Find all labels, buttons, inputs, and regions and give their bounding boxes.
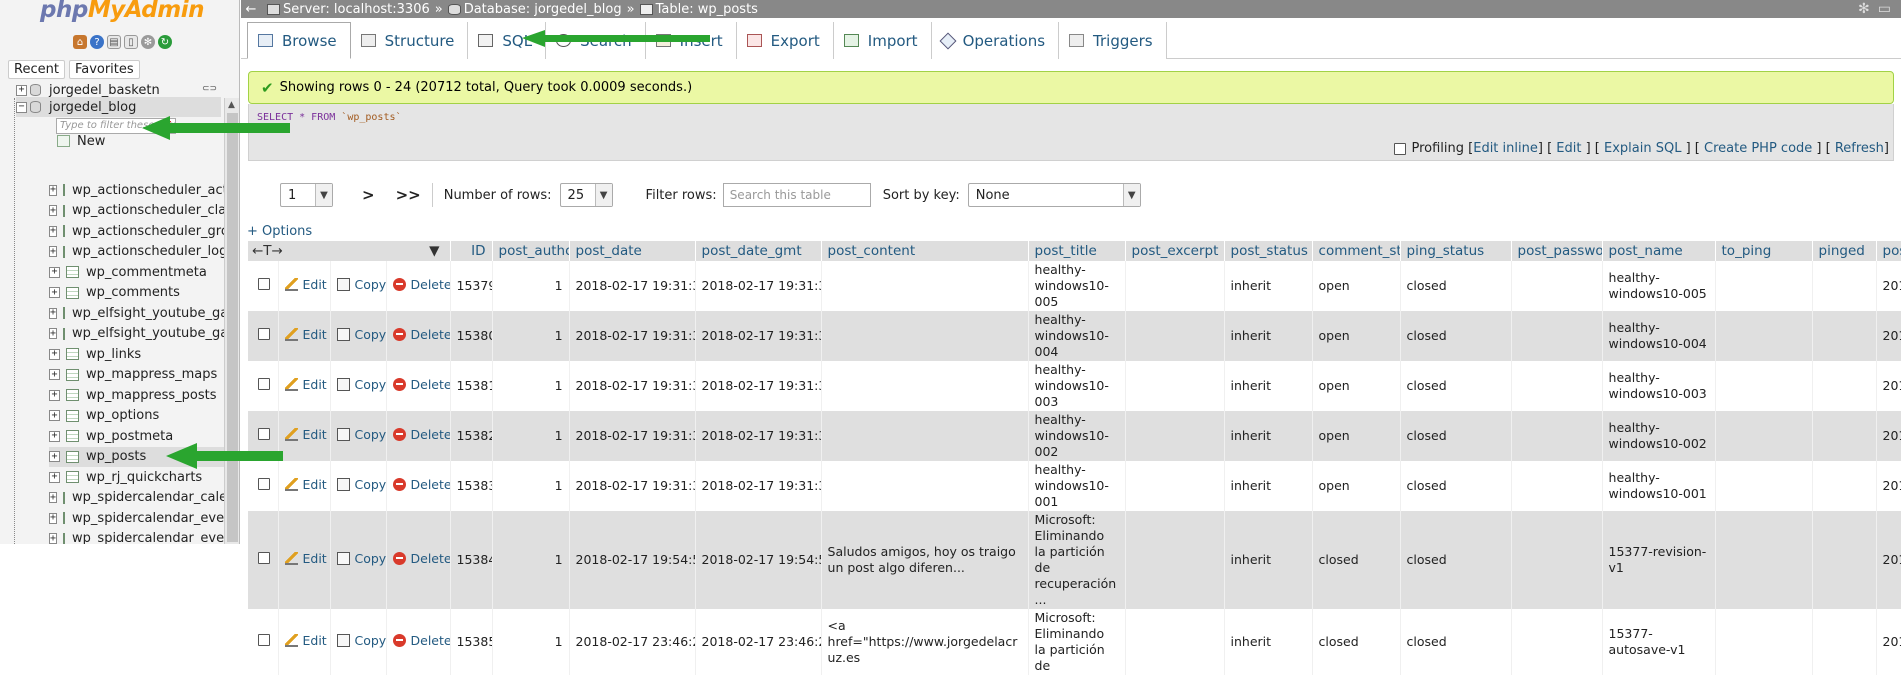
pencil-icon (284, 552, 298, 566)
cell-post-title[interactable]: Microsoft: Eliminando la partición de (1028, 609, 1126, 675)
cell-post-name[interactable]: 15377-autosave-v1 (1602, 609, 1716, 675)
copy-action-cell: Copy (330, 609, 387, 675)
row-checkbox[interactable] (258, 634, 270, 646)
copy-label: Copy (354, 550, 386, 566)
cell-post-author[interactable]: 1 (492, 609, 570, 675)
annotation-arrows (142, 30, 710, 469)
edit-row-link[interactable]: Edit (284, 632, 327, 649)
cell-ping-status[interactable]: closed (1400, 609, 1512, 675)
edit-label: Edit (302, 550, 327, 566)
copy-icon (336, 552, 350, 566)
annotation-arrow-wp-posts (166, 443, 283, 469)
copy-icon (336, 634, 350, 648)
edit-label: Edit (302, 632, 327, 648)
cell-post-content[interactable]: <a href="https://www.jorgedelacruz.es (821, 609, 1029, 675)
copy-label: Copy (354, 632, 386, 648)
cell-id[interactable]: 15385 (450, 609, 493, 675)
cell-post-modified[interactable]: 2018- (1876, 609, 1901, 675)
copy-row-link[interactable]: Copy (336, 632, 386, 649)
row-checkbox-cell (248, 609, 279, 675)
edit-action-cell: Edit (278, 609, 331, 675)
delete-row-link[interactable]: Delete (392, 632, 451, 649)
copy-row-link[interactable]: Copy (336, 550, 386, 567)
row-checkbox[interactable] (258, 552, 270, 564)
cell-post-date-gmt[interactable]: 2018-02-17 23:46:28 (695, 609, 822, 675)
delete-label: Delete (410, 550, 451, 566)
cell-post-excerpt[interactable] (1125, 609, 1225, 675)
delete-icon (392, 634, 406, 648)
cell-post-date[interactable]: 2018-02-17 23:46:28 (569, 609, 696, 675)
delete-action-cell: Delete (386, 609, 451, 675)
delete-row-link[interactable]: Delete (392, 550, 451, 567)
cell-to-ping[interactable] (1715, 609, 1813, 675)
cell-post-password[interactable] (1511, 609, 1603, 675)
cell-comment-status[interactable]: closed (1312, 609, 1401, 675)
annotation-arrow-database (142, 116, 290, 140)
annotation-arrow-sql-tab (522, 30, 710, 47)
cell-pinged[interactable] (1812, 609, 1877, 675)
table-row: EditCopyDelete1538512018-02-17 23:46:282… (248, 609, 1901, 675)
edit-row-link[interactable]: Edit (284, 550, 327, 567)
delete-label: Delete (410, 632, 451, 648)
cell-post-status[interactable]: inherit (1224, 609, 1313, 675)
delete-icon (392, 552, 406, 566)
pencil-icon (284, 634, 298, 648)
